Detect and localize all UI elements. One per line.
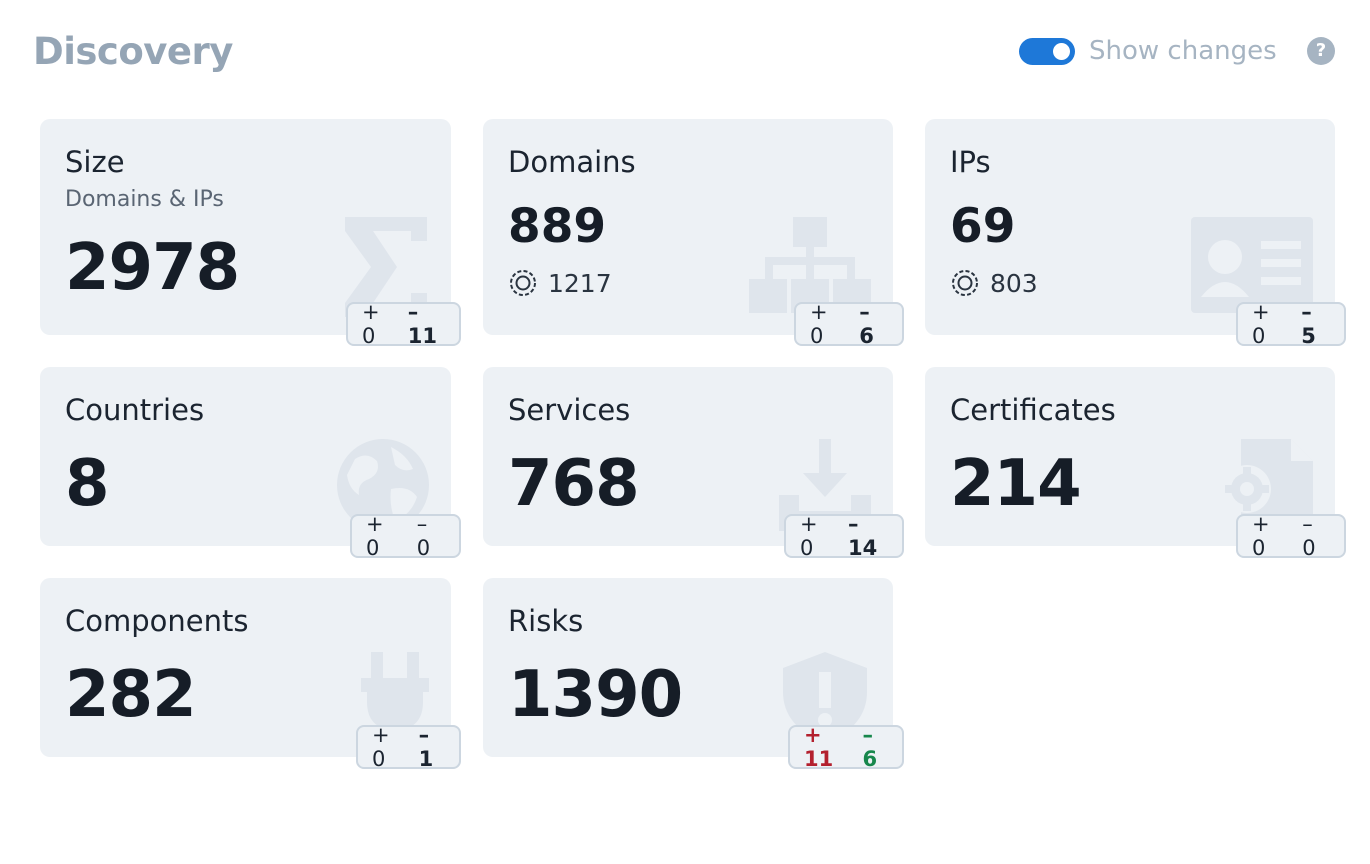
- help-icon[interactable]: ?: [1307, 37, 1335, 65]
- loading-ring-icon: [952, 270, 978, 296]
- delta-minus: – 5: [1301, 300, 1316, 348]
- delta-plus: + 0: [800, 512, 818, 560]
- card-title: Components: [65, 604, 249, 638]
- card-value: 889: [508, 199, 607, 254]
- header: Discovery Show changes ?: [0, 0, 1370, 100]
- delta-minus: – 11: [407, 300, 438, 348]
- page-title: Discovery: [33, 30, 233, 73]
- delta-minus: – 0: [1302, 512, 1316, 560]
- toggle-knob: [1053, 43, 1070, 60]
- card-value: 69: [950, 199, 1016, 254]
- sitemap-icon: [749, 217, 871, 313]
- id-card-icon: [1191, 217, 1313, 313]
- delta-badge-risks: + 11 – 6: [788, 723, 904, 771]
- delta-minus: – 14: [848, 512, 878, 560]
- card-value: 282: [65, 658, 197, 732]
- show-changes-toggle[interactable]: [1019, 38, 1075, 65]
- loading-ring-icon: [510, 270, 536, 296]
- secondary-count: 803: [990, 268, 1038, 298]
- card-title: Risks: [508, 604, 584, 638]
- card-title: Domains: [508, 145, 636, 179]
- delta-badge-countries: + 0 – 0: [350, 512, 461, 560]
- card-title: Certificates: [950, 393, 1116, 427]
- card-value: 8: [65, 447, 110, 521]
- delta-minus: – 6: [859, 300, 874, 348]
- delta-badge-services: + 0 – 14: [784, 512, 904, 560]
- card-value: 1390: [508, 658, 683, 732]
- delta-plus: + 0: [372, 723, 390, 771]
- card-value: 768: [508, 447, 640, 521]
- card-title: Size: [65, 145, 125, 179]
- delta-badge-domains: + 0 – 6: [794, 300, 904, 348]
- show-changes-label[interactable]: Show changes: [1089, 36, 1277, 66]
- delta-badge-size: + 0 – 11: [346, 300, 461, 348]
- delta-minus: – 1: [418, 723, 434, 771]
- delta-badge-ips: + 0 – 5: [1236, 300, 1346, 348]
- delta-plus: + 0: [362, 300, 380, 348]
- secondary-count: 1217: [548, 268, 612, 298]
- delta-minus: – 6: [862, 723, 878, 771]
- card-subtitle: Domains & IPs: [65, 187, 224, 212]
- card-title: IPs: [950, 145, 991, 179]
- delta-badge-components: + 0 – 1: [356, 723, 461, 771]
- delta-plus: + 0: [366, 512, 384, 560]
- delta-plus: + 0: [1252, 300, 1270, 348]
- card-secondary: 803: [950, 265, 1038, 301]
- card-title: Services: [508, 393, 631, 427]
- delta-plus: + 11: [804, 723, 834, 771]
- delta-badge-certificates: + 0 – 0: [1236, 512, 1346, 560]
- delta-plus: + 0: [1252, 512, 1270, 560]
- card-value: 214: [950, 447, 1082, 521]
- card-secondary: 1217: [508, 265, 612, 301]
- delta-minus: – 0: [416, 512, 431, 560]
- delta-plus: + 0: [810, 300, 828, 348]
- card-title: Countries: [65, 393, 205, 427]
- card-value: 2978: [65, 231, 240, 305]
